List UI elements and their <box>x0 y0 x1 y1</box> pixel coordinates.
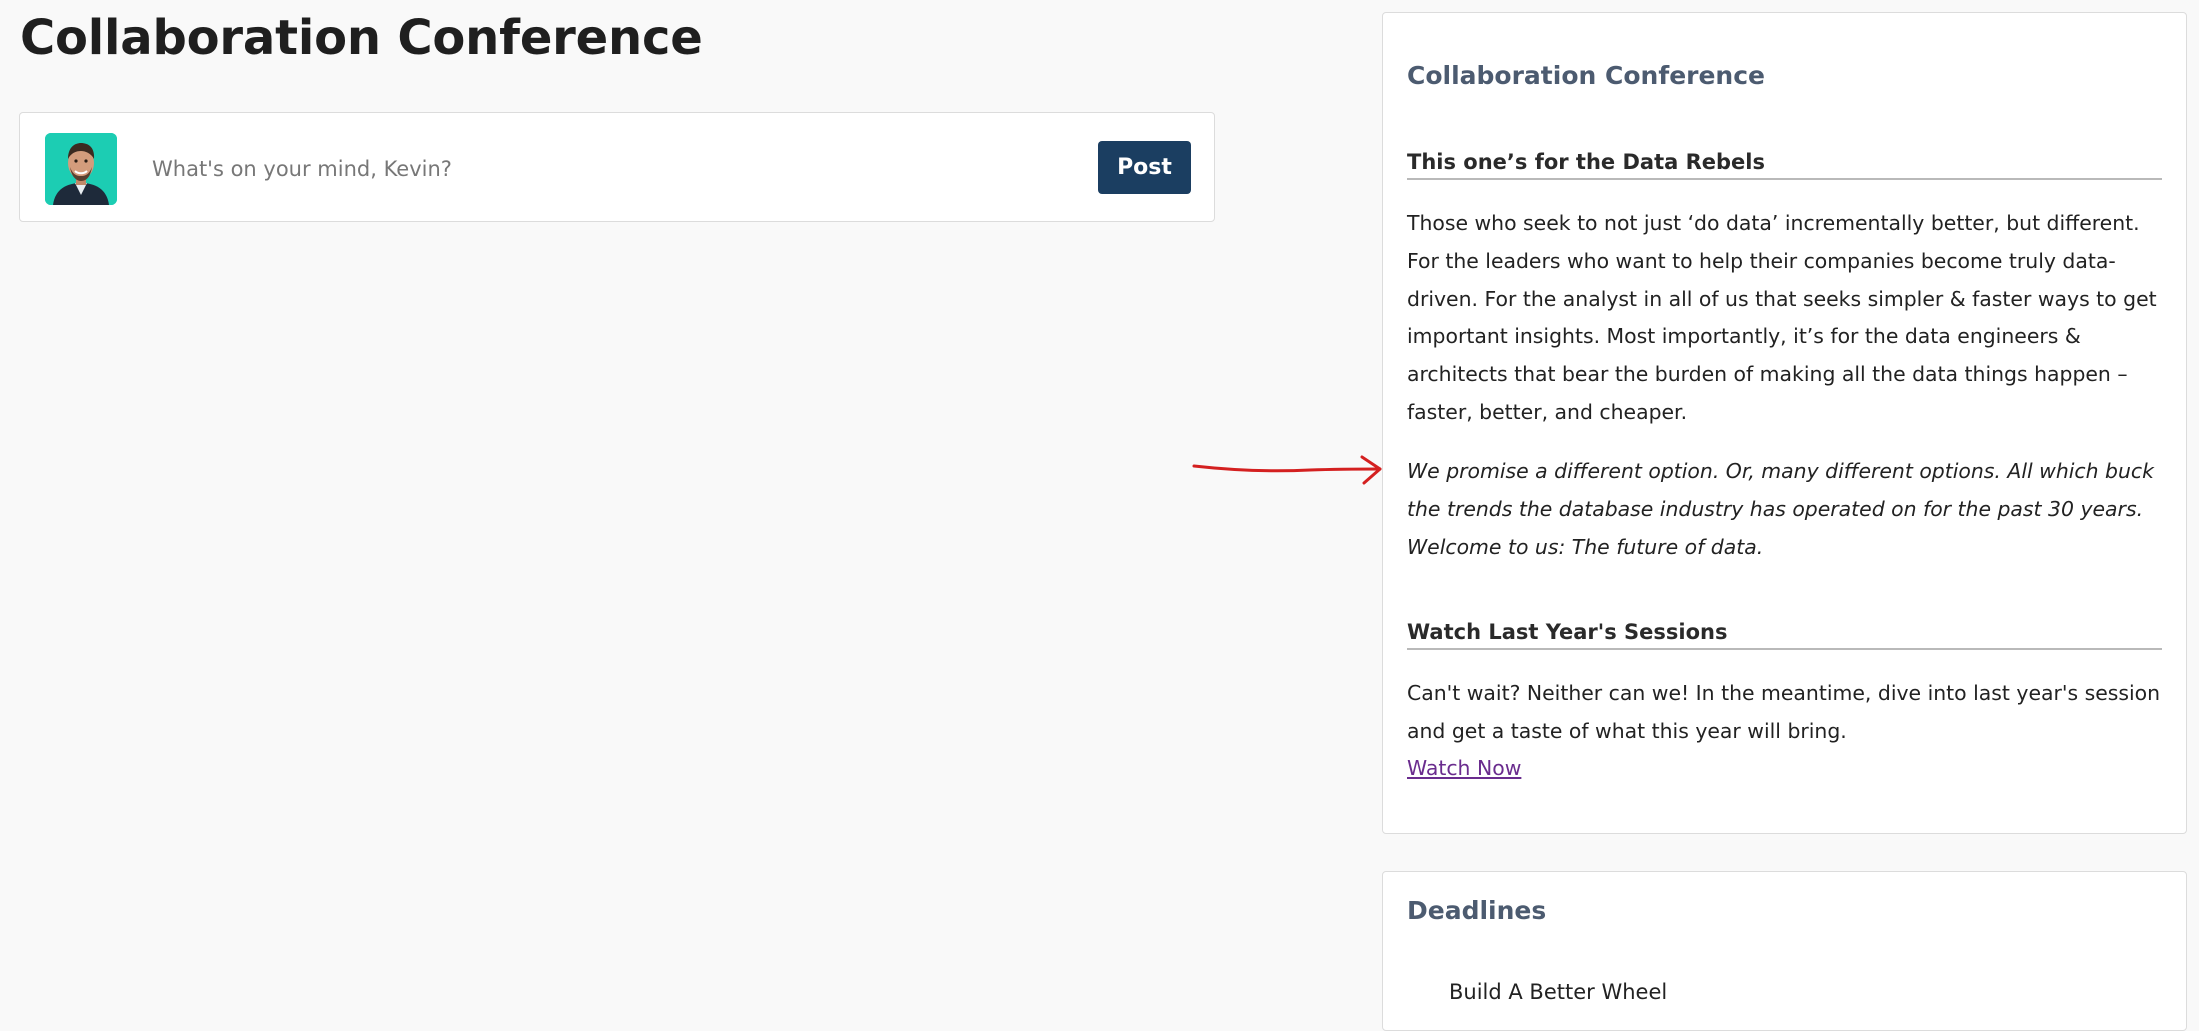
intro-paragraph: Those who seek to not just ‘do data’ inc… <box>1407 211 2157 424</box>
sessions-paragraph: Can't wait? Neither can we! In the meant… <box>1407 681 2161 743</box>
user-avatar-image <box>45 133 117 205</box>
conference-info-card: Collaboration Conference This one’s for … <box>1382 12 2187 834</box>
post-composer: Post <box>19 112 1215 222</box>
card-title: Collaboration Conference <box>1407 61 1766 90</box>
deadlines-title: Deadlines <box>1407 896 1547 925</box>
section-heading-data-rebels: This one’s for the Data Rebels <box>1407 150 2162 180</box>
deadlines-card: Deadlines Build A Better Wheel <box>1382 871 2187 1031</box>
promise-paragraph: We promise a different option. Or, many … <box>1407 459 2154 559</box>
section-heading-last-year: Watch Last Year's Sessions <box>1407 620 2162 650</box>
avatar[interactable] <box>45 133 117 205</box>
post-input[interactable] <box>150 135 1074 203</box>
page-title: Collaboration Conference <box>20 10 703 66</box>
deadline-item[interactable]: Build A Better Wheel <box>1449 980 1667 1004</box>
watch-now-link[interactable]: Watch Now <box>1407 756 1521 780</box>
annotation-arrow-icon <box>1192 455 1382 485</box>
post-button[interactable]: Post <box>1098 141 1191 194</box>
